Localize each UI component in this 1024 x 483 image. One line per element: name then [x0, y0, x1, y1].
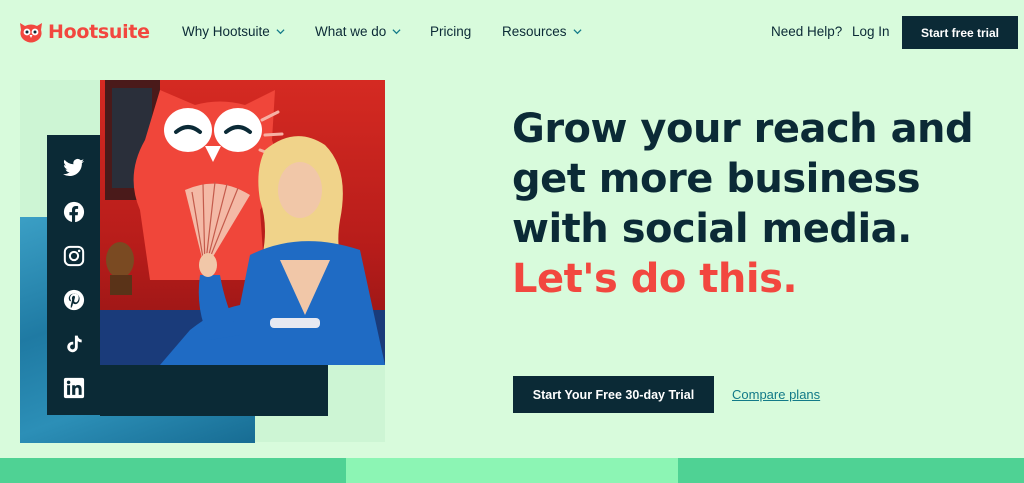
chevron-down-icon: [572, 29, 582, 35]
social-icons-bar: [47, 135, 100, 415]
login-link[interactable]: Log In: [852, 24, 890, 39]
facebook-icon[interactable]: [62, 199, 86, 225]
top-navigation: Hootsuite Why Hootsuite What we do Prici…: [0, 0, 1024, 66]
start-30-day-trial-button[interactable]: Start Your Free 30-day Trial: [513, 376, 714, 413]
brand-name: Hootsuite: [48, 21, 150, 43]
compare-plans-link[interactable]: Compare plans: [732, 387, 820, 402]
decorative-navy-block: [100, 364, 328, 416]
hero-headline-main: Grow your reach and get more business wi…: [512, 106, 974, 252]
nav-resources[interactable]: Resources: [502, 24, 582, 39]
hero-photo: [100, 80, 385, 365]
chevron-down-icon: [276, 29, 285, 35]
hootsuite-logo[interactable]: Hootsuite: [18, 19, 150, 45]
nav-pricing[interactable]: Pricing: [430, 24, 471, 39]
tiktok-icon[interactable]: [62, 331, 86, 357]
nav-pricing-label: Pricing: [430, 24, 472, 39]
hero-headline: Grow your reach and get more business wi…: [512, 104, 992, 304]
twitter-icon[interactable]: [62, 155, 86, 181]
nav-resources-label: Resources: [502, 24, 567, 39]
nav-what-we-do-label: What we do: [315, 24, 387, 39]
nav-what-we-do[interactable]: What we do: [315, 24, 401, 39]
pinterest-icon[interactable]: [62, 287, 86, 313]
hero-headline-accent: Let's do this.: [512, 256, 798, 302]
instagram-icon[interactable]: [62, 243, 86, 269]
nav-why-hootsuite[interactable]: Why Hootsuite: [182, 24, 285, 39]
owl-mascot-and-woman-illustration: [100, 80, 385, 365]
bottom-strip-right: [678, 458, 1024, 483]
owl-logo-icon: [20, 23, 42, 43]
nav-why-hootsuite-label: Why Hootsuite: [182, 24, 270, 39]
linkedin-icon[interactable]: [62, 375, 86, 401]
chevron-down-icon: [392, 29, 401, 35]
need-help-link[interactable]: Need Help?: [771, 24, 842, 39]
bottom-strip-left: [0, 458, 346, 483]
start-free-trial-button[interactable]: Start free trial: [902, 16, 1018, 49]
bottom-strip-center: [346, 458, 678, 483]
